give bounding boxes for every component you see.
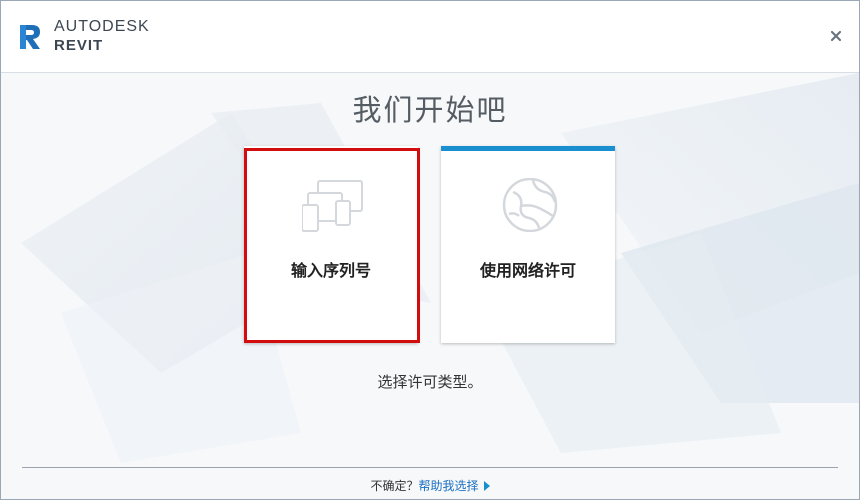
footer-divider [22, 467, 838, 468]
footer: 不确定？帮助我选择 [1, 477, 859, 494]
globe-icon [502, 178, 558, 232]
brand-revit: REVIT [54, 37, 104, 54]
enter-serial-number-label: 输入序列号 [290, 261, 371, 280]
enter-serial-number-option[interactable]: 输入序列号 [244, 146, 418, 343]
brand-autodesk: AUTODESK [54, 18, 150, 35]
dialog-header: AUTODESK REVIT [1, 1, 859, 73]
background-artwork [1, 73, 859, 499]
help-me-choose-link[interactable]: 帮助我选择 [419, 479, 479, 493]
brand-wordmark: AUTODESK REVIT [54, 18, 150, 54]
close-icon[interactable] [829, 29, 843, 43]
license-dialog: AUTODESK REVIT 我们开始吧 输入序列号 使用网络许可 选择许可类型… [0, 0, 860, 500]
play-arrow-icon[interactable] [483, 481, 490, 491]
license-type-hint: 选择许可类型。 [377, 373, 483, 391]
revit-logo-icon [20, 25, 40, 49]
footer-question: 不确定？ [370, 479, 419, 493]
use-network-license-option[interactable]: 使用网络许可 [441, 146, 615, 343]
page-title: 我们开始吧 [352, 93, 508, 127]
devices-icon [302, 180, 363, 232]
use-network-license-label: 使用网络许可 [479, 261, 576, 280]
